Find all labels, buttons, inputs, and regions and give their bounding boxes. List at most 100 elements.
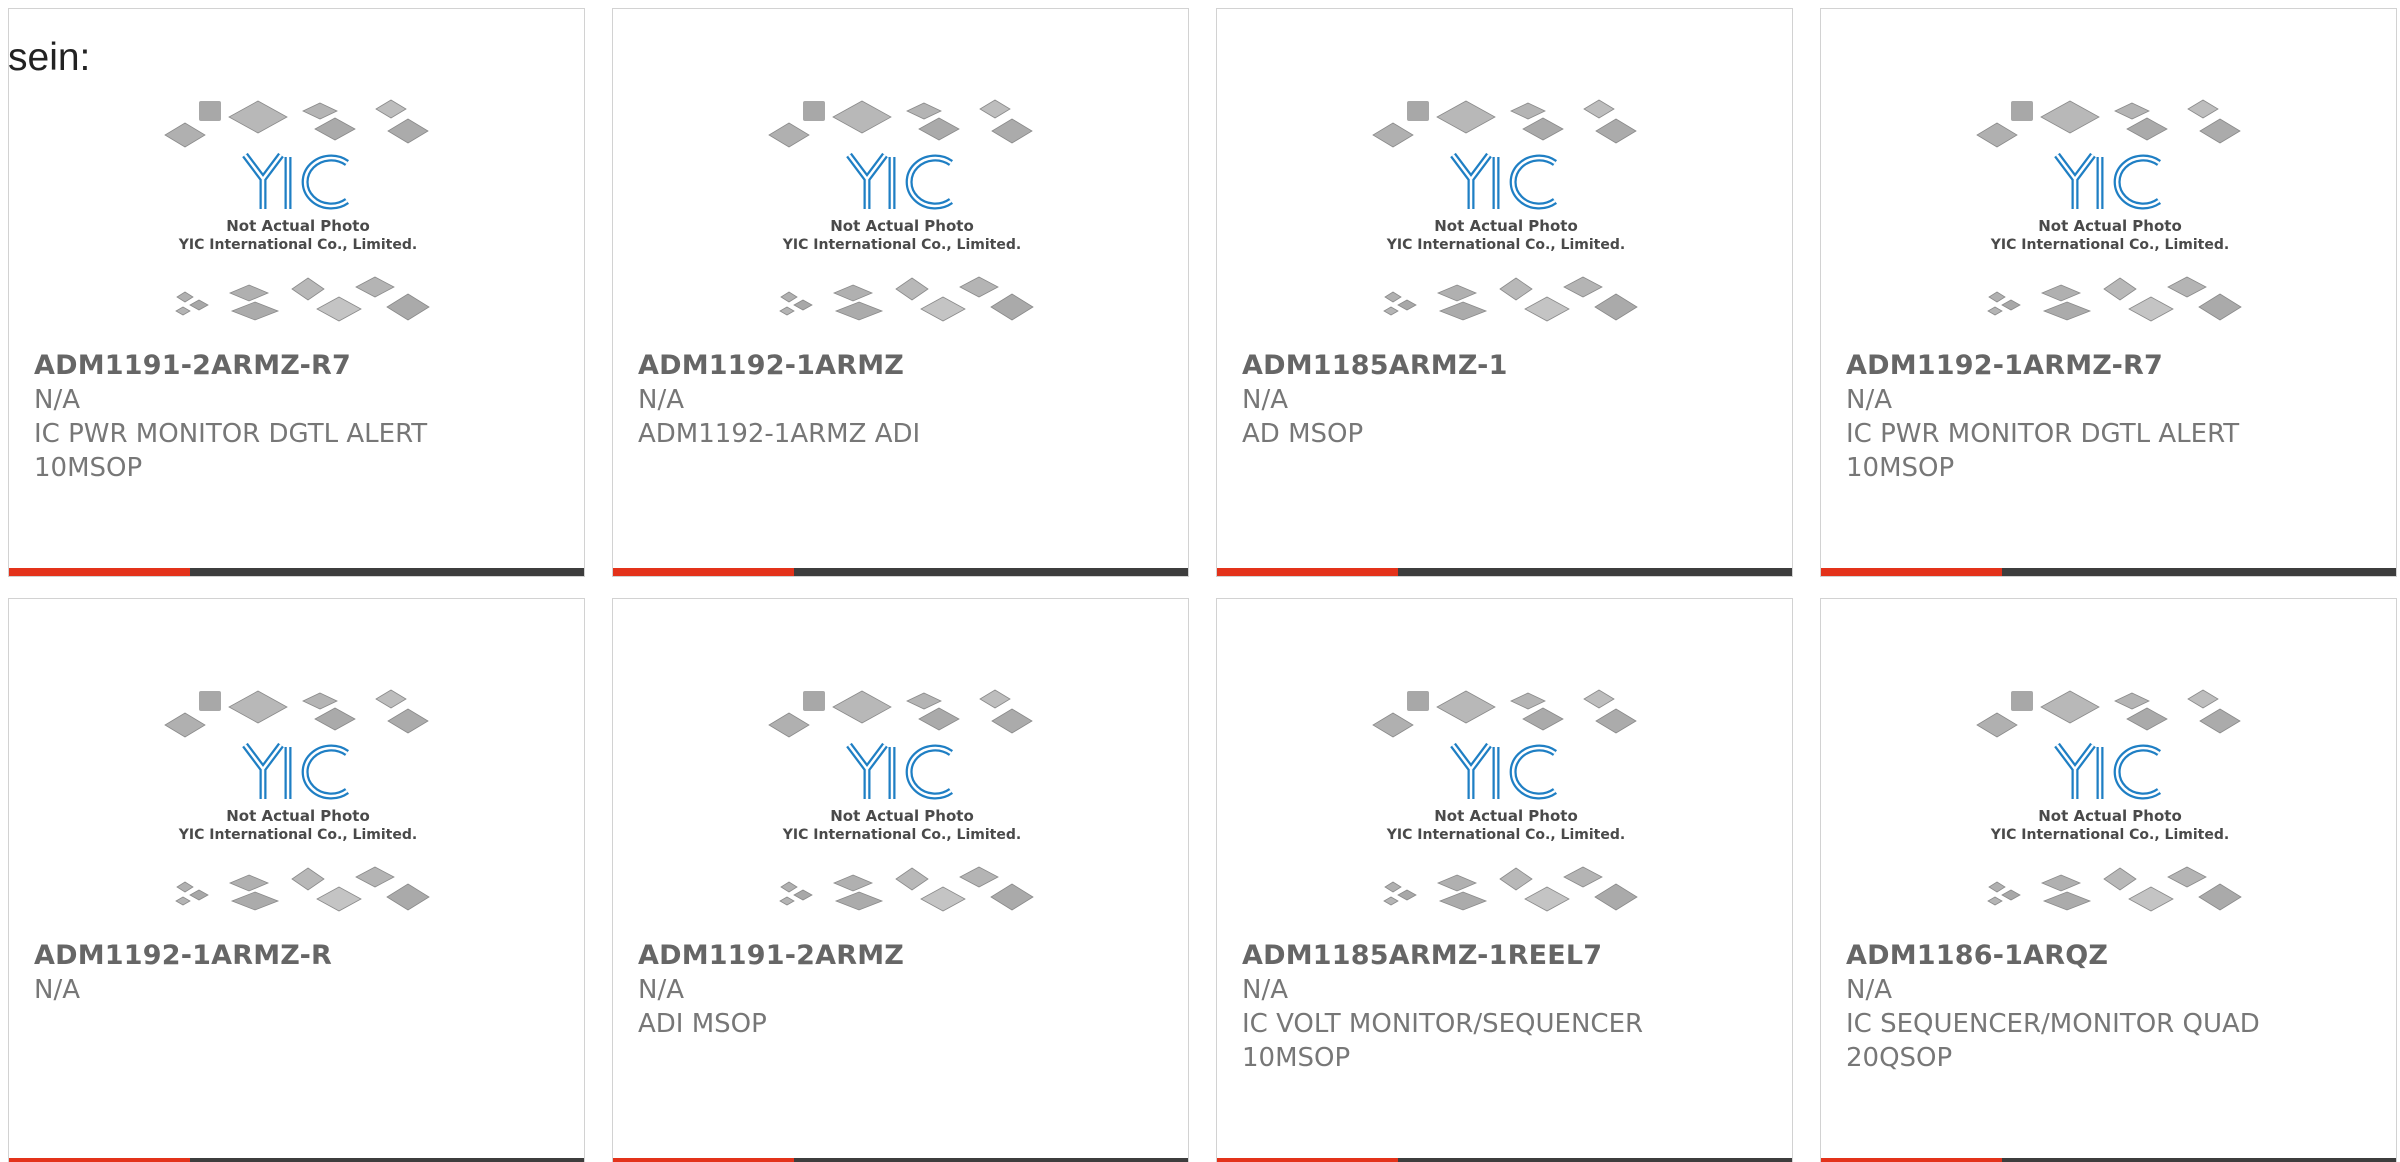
ic-chips-top-group xyxy=(767,99,1033,148)
placeholder-caption-line1: Not Actual Photo xyxy=(2038,807,2182,825)
product-card[interactable]: Not Actual Photo YIC International Co., L… xyxy=(1820,8,2397,577)
yic-logo xyxy=(1449,152,1557,210)
placeholder-caption-line2: YIC International Co., Limited. xyxy=(177,827,416,843)
not-actual-photo-placeholder: Not Actual Photo YIC International Co., L… xyxy=(767,99,1034,322)
card-accent-bar xyxy=(1217,1158,1398,1162)
product-card[interactable]: Not Actual Photo YIC International Co., L… xyxy=(1820,598,2397,1162)
manufacturer-label: N/A xyxy=(638,385,684,415)
ic-chips-bottom-group xyxy=(174,276,430,322)
ic-chips-bottom-group xyxy=(1382,866,1638,912)
product-card[interactable]: Not Actual Photo YIC International Co., L… xyxy=(612,8,1189,577)
description-text: IC PWR MONITOR DGTL ALERT 10MSOP xyxy=(1846,419,2240,483)
manufacturer-label: N/A xyxy=(638,975,684,1005)
manufacturer-label: N/A xyxy=(1846,975,1892,1005)
product-card[interactable]: Not Actual Photo YIC International Co., L… xyxy=(1216,598,1793,1162)
card-bottom-bar xyxy=(9,568,584,576)
product-info: ADM1185ARMZ-1REEL7 N/A IC VOLT MONITOR/S… xyxy=(1242,939,1772,1075)
not-actual-photo-placeholder: Not Actual Photo YIC International Co., L… xyxy=(163,689,430,912)
placeholder-caption-line2: YIC International Co., Limited. xyxy=(1989,237,2228,253)
card-bottom-bar xyxy=(1217,1158,1792,1162)
part-number-link[interactable]: ADM1185ARMZ-1 xyxy=(1242,349,1772,383)
product-info: ADM1192-1ARMZ-R7 N/A IC PWR MONITOR DGTL… xyxy=(1846,349,2376,485)
ic-chips-top-group xyxy=(1371,689,1637,738)
part-number-link[interactable]: ADM1192-1ARMZ xyxy=(638,349,1168,383)
part-number-link[interactable]: ADM1185ARMZ-1REEL7 xyxy=(1242,939,1772,973)
description-text: ADI MSOP xyxy=(638,1009,767,1039)
yic-logo xyxy=(241,152,349,210)
part-number-link[interactable]: ADM1191-2ARMZ xyxy=(638,939,1168,973)
description-text: IC PWR MONITOR DGTL ALERT 10MSOP xyxy=(34,419,428,483)
product-info: ADM1192-1ARMZ-R N/A xyxy=(34,939,564,1007)
part-number-link[interactable]: ADM1186-1ARQZ xyxy=(1846,939,2376,973)
card-accent-bar xyxy=(1821,1158,2002,1162)
product-image[interactable]: Not Actual Photo YIC International Co., L… xyxy=(1821,687,2398,937)
card-bottom-bar xyxy=(1821,1158,2396,1162)
ic-chips-top-group xyxy=(767,689,1033,738)
card-accent-bar xyxy=(613,568,794,576)
ic-chips-top-group xyxy=(1975,689,2241,738)
part-number-link[interactable]: ADM1192-1ARMZ-R xyxy=(34,939,564,973)
placeholder-caption-line1: Not Actual Photo xyxy=(1434,217,1578,235)
ic-chips-top-group xyxy=(163,99,429,148)
product-card[interactable]: Not Actual Photo YIC International Co., L… xyxy=(1216,8,1793,577)
not-actual-photo-placeholder: Not Actual Photo YIC International Co., L… xyxy=(1371,99,1638,322)
placeholder-caption-line2: YIC International Co., Limited. xyxy=(781,237,1020,253)
description-text: IC VOLT MONITOR/SEQUENCER 10MSOP xyxy=(1242,1009,1644,1073)
description-text: AD MSOP xyxy=(1242,419,1364,449)
product-image[interactable]: Not Actual Photo YIC International Co., L… xyxy=(9,687,586,937)
ic-chips-top-group xyxy=(163,689,429,738)
card-bottom-bar xyxy=(613,568,1188,576)
placeholder-caption-line2: YIC International Co., Limited. xyxy=(177,237,416,253)
manufacturer-label: N/A xyxy=(34,975,80,1005)
product-image[interactable]: Not Actual Photo YIC International Co., L… xyxy=(613,687,1190,937)
part-number-link[interactable]: ADM1191-2ARMZ-R7 xyxy=(34,349,564,383)
placeholder-caption-line1: Not Actual Photo xyxy=(830,807,974,825)
yic-logo xyxy=(845,152,953,210)
manufacturer-label: N/A xyxy=(34,385,80,415)
ic-chips-bottom-group xyxy=(778,276,1034,322)
placeholder-caption-line2: YIC International Co., Limited. xyxy=(1989,827,2228,843)
page: sein: Not Actual Photo YIC International … xyxy=(0,0,2400,1162)
ic-chips-bottom-group xyxy=(174,866,430,912)
not-actual-photo-placeholder: Not Actual Photo YIC International Co., L… xyxy=(1975,99,2242,322)
ic-chips-bottom-group xyxy=(1986,866,2242,912)
placeholder-caption-line2: YIC International Co., Limited. xyxy=(1385,827,1624,843)
card-accent-bar xyxy=(613,1158,794,1162)
ic-chips-bottom-group xyxy=(1382,276,1638,322)
card-bottom-bar xyxy=(1821,568,2396,576)
placeholder-caption-line2: YIC International Co., Limited. xyxy=(781,827,1020,843)
product-image[interactable]: Not Actual Photo YIC International Co., L… xyxy=(613,97,1190,347)
product-card[interactable]: Not Actual Photo YIC International Co., L… xyxy=(8,8,585,577)
product-grid: Not Actual Photo YIC International Co., L… xyxy=(8,8,2400,1162)
manufacturer-label: N/A xyxy=(1242,385,1288,415)
product-image[interactable]: Not Actual Photo YIC International Co., L… xyxy=(1217,97,1794,347)
yic-logo xyxy=(2053,152,2161,210)
product-info: ADM1191-2ARMZ-R7 N/A IC PWR MONITOR DGTL… xyxy=(34,349,564,485)
product-card[interactable]: Not Actual Photo YIC International Co., L… xyxy=(612,598,1189,1162)
placeholder-caption-line1: Not Actual Photo xyxy=(1434,807,1578,825)
manufacturer-label: N/A xyxy=(1242,975,1288,1005)
ic-chips-top-group xyxy=(1975,99,2241,148)
card-accent-bar xyxy=(9,568,190,576)
yic-logo xyxy=(241,742,349,800)
product-image[interactable]: Not Actual Photo YIC International Co., L… xyxy=(9,97,586,347)
product-card[interactable]: Not Actual Photo YIC International Co., L… xyxy=(8,598,585,1162)
yic-logo xyxy=(845,742,953,800)
product-info: ADM1192-1ARMZ N/A ADM1192-1ARMZ ADI xyxy=(638,349,1168,451)
placeholder-caption-line1: Not Actual Photo xyxy=(226,217,370,235)
product-info: ADM1185ARMZ-1 N/A AD MSOP xyxy=(1242,349,1772,451)
description-text: IC SEQUENCER/MONITOR QUAD 20QSOP xyxy=(1846,1009,2260,1073)
product-image[interactable]: Not Actual Photo YIC International Co., L… xyxy=(1217,687,1794,937)
card-bottom-bar xyxy=(1217,568,1792,576)
placeholder-caption-line1: Not Actual Photo xyxy=(226,807,370,825)
placeholder-caption-line1: Not Actual Photo xyxy=(2038,217,2182,235)
part-number-link[interactable]: ADM1192-1ARMZ-R7 xyxy=(1846,349,2376,383)
card-accent-bar xyxy=(1217,568,1398,576)
manufacturer-label: N/A xyxy=(1846,385,1892,415)
not-actual-photo-placeholder: Not Actual Photo YIC International Co., L… xyxy=(767,689,1034,912)
product-image[interactable]: Not Actual Photo YIC International Co., L… xyxy=(1821,97,2398,347)
ic-chips-top-group xyxy=(1371,99,1637,148)
product-info: ADM1191-2ARMZ N/A ADI MSOP xyxy=(638,939,1168,1041)
card-bottom-bar xyxy=(9,1158,584,1162)
placeholder-caption-line2: YIC International Co., Limited. xyxy=(1385,237,1624,253)
